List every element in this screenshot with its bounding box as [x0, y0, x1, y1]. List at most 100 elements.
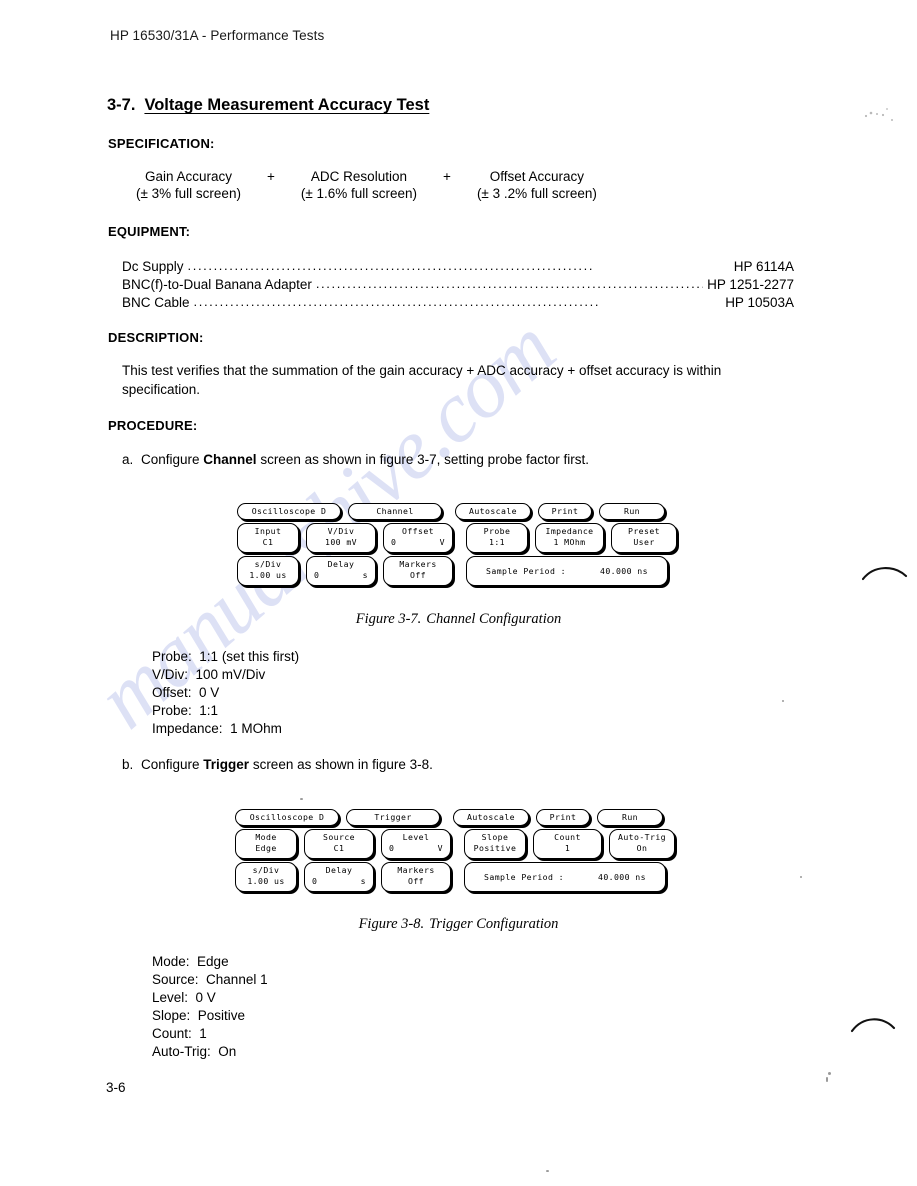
setting-value: 0 V — [195, 990, 216, 1005]
equipment-list: Dc Supply ..............................… — [122, 258, 794, 312]
step-emphasis: Trigger — [203, 757, 250, 772]
setting-value: 0 V — [199, 685, 220, 700]
figure-caption-3-7: Figure 3-7. Channel Configuration — [0, 611, 917, 628]
key-markers[interactable]: Markers Off — [381, 862, 451, 892]
setting-label: Source: — [152, 972, 199, 987]
sample-period-field[interactable]: Sample Period : 40.000 ns — [464, 862, 666, 892]
figure-channel-configuration: Oscilloscope D Channel Autoscale Print R… — [237, 503, 677, 586]
step-letter: a. — [122, 452, 134, 467]
key-slope[interactable]: Slope Positive — [464, 829, 526, 859]
key-label: Print — [549, 812, 577, 822]
key-print[interactable]: Print — [536, 809, 590, 826]
equipment-item: BNC(f)-to-Dual Banana Adapter ..........… — [122, 276, 794, 294]
key-level[interactable]: Level 0 V — [381, 829, 451, 859]
key-machine-selector[interactable]: Oscilloscope D — [237, 503, 341, 520]
key-s-div[interactable]: s/Div 1.00 us — [237, 556, 299, 586]
setting-label: Slope: — [152, 1008, 191, 1023]
key-label: Mode — [255, 832, 277, 842]
key-run[interactable]: Run — [599, 503, 665, 520]
equipment-name: BNC Cable — [122, 295, 190, 310]
key-label: Slope — [481, 832, 509, 842]
key-markers[interactable]: Markers Off — [383, 556, 453, 586]
key-label: Run — [624, 506, 640, 516]
setting-label: Auto-Trig: — [152, 1044, 211, 1059]
setting-value: Positive — [197, 1008, 246, 1023]
step-text-after: screen as shown in figure 3-8. — [249, 757, 433, 772]
key-value: 0 — [312, 876, 318, 886]
key-label: V/Div — [327, 526, 355, 536]
procedure-step-a: a. Configure Channel screen as shown in f… — [122, 450, 812, 469]
key-label: s/Div — [254, 559, 282, 569]
key-s-div[interactable]: s/Div 1.00 us — [235, 862, 297, 892]
setting-row: Probe: 1:1 — [152, 702, 299, 720]
setting-label: Count: — [152, 1026, 192, 1041]
spec-term-label-0: Gain Accuracy — [144, 169, 232, 184]
equipment-name: Dc Supply — [122, 259, 184, 274]
key-label: Run — [622, 812, 638, 822]
description-paragraph: This test verifies that the summation of… — [122, 363, 722, 397]
channel-settings-list: Probe: 1:1 (set this first) V/Div: 100 m… — [152, 648, 299, 738]
key-impedance[interactable]: Impedance 1 MOhm — [535, 523, 604, 553]
setting-label: Offset: — [152, 685, 192, 700]
key-count[interactable]: Count 1 — [533, 829, 602, 859]
key-print[interactable]: Print — [538, 503, 592, 520]
field-row-upper: Mode Edge Source C1 Level 0 V Slope Posit… — [235, 829, 675, 859]
section-number: 3-7. — [107, 96, 136, 114]
figure-caption-3-8: Figure 3-8. Trigger Configuration — [0, 916, 917, 933]
sample-period-label: Sample Period : — [486, 565, 566, 576]
equipment-part-number: HP 10503A — [725, 295, 794, 310]
key-label: Delay — [327, 559, 355, 569]
equipment-part-number: HP 6114A — [733, 259, 794, 274]
scan-speck — [800, 876, 802, 878]
key-mode[interactable]: Mode Edge — [235, 829, 297, 859]
key-auto-trig[interactable]: Auto-Trig On — [609, 829, 675, 859]
scan-artifact-curve-right-lower — [850, 1018, 896, 1033]
dot-leader: ........................................… — [193, 294, 601, 309]
key-v-div[interactable]: V/Div 100 mV — [306, 523, 376, 553]
spec-term-tolerance-1: (± 1.6% full screen) — [300, 186, 418, 201]
key-value: Off — [410, 570, 426, 580]
key-autoscale[interactable]: Autoscale — [455, 503, 531, 520]
key-label: Oscilloscope D — [249, 812, 325, 822]
sample-period-field[interactable]: Sample Period : 40.000 ns — [466, 556, 668, 586]
menu-bar-row: Oscilloscope D Channel Autoscale Print R… — [237, 503, 677, 520]
key-run[interactable]: Run — [597, 809, 663, 826]
key-input[interactable]: Input C1 — [237, 523, 299, 553]
scan-speck — [300, 798, 303, 800]
key-unit: s — [362, 570, 368, 580]
key-value: 1 MOhm — [553, 537, 586, 547]
key-autoscale[interactable]: Autoscale — [453, 809, 529, 826]
key-value: 1.00 us — [247, 876, 285, 886]
equipment-item: BNC Cable ..............................… — [122, 294, 794, 312]
key-unit: V — [437, 843, 443, 853]
step-emphasis: Channel — [203, 452, 257, 467]
setting-row: V/Div: 100 mV/Div — [152, 666, 299, 684]
key-delay[interactable]: Delay 0 s — [304, 862, 374, 892]
key-unit: s — [360, 876, 366, 886]
key-machine-selector[interactable]: Oscilloscope D — [235, 809, 339, 826]
key-probe[interactable]: Probe 1:1 — [466, 523, 528, 553]
key-offset[interactable]: Offset 0 V — [383, 523, 453, 553]
key-menu-selector[interactable]: Trigger — [346, 809, 440, 826]
spec-term-tolerance-0: (± 3% full screen) — [136, 186, 241, 201]
key-label: Auto-Trig — [618, 832, 666, 842]
heading-procedure: PROCEDURE: — [108, 418, 198, 433]
setting-value: 1:1 (set this first) — [199, 649, 300, 664]
key-value: 1 — [564, 843, 571, 853]
document-page: manualshive.com HP 16530/31A - Performan… — [0, 0, 917, 1186]
setting-row: Level: 0 V — [152, 989, 268, 1007]
heading-specification: SPECIFICATION: — [108, 136, 215, 151]
key-preset[interactable]: Preset User — [611, 523, 677, 553]
step-text-before: Configure — [141, 757, 204, 772]
spec-term-label-2: Offset Accuracy — [489, 169, 585, 184]
key-label: Preset — [628, 526, 660, 536]
key-label: Delay — [325, 865, 353, 875]
setting-value: Channel 1 — [206, 972, 268, 987]
key-unit: V — [439, 537, 445, 547]
key-menu-selector[interactable]: Channel — [348, 503, 442, 520]
sample-period-value: 40.000 ns — [599, 565, 648, 576]
setting-value: On — [218, 1044, 237, 1059]
key-source[interactable]: Source C1 — [304, 829, 374, 859]
key-value: 100 mV — [325, 537, 357, 547]
key-delay[interactable]: Delay 0 s — [306, 556, 376, 586]
